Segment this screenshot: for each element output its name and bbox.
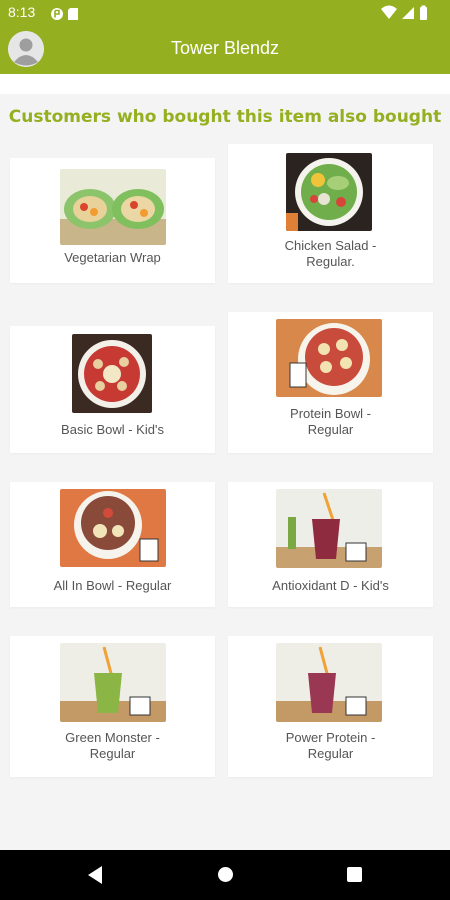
navigation-bar bbox=[0, 850, 450, 900]
product-card[interactable]: All In Bowl - Regular bbox=[10, 482, 215, 607]
battery-icon bbox=[420, 5, 427, 20]
product-card[interactable]: Chicken Salad - Regular. bbox=[228, 144, 433, 283]
recommendations-panel: Customers who bought this item also boug… bbox=[0, 94, 450, 872]
app-bar: Tower Blendz bbox=[0, 25, 450, 74]
status-bar: 8:13 bbox=[0, 0, 450, 25]
home-icon[interactable] bbox=[218, 867, 233, 882]
product-card[interactable]: Basic Bowl - Kid's bbox=[10, 326, 215, 453]
wifi-icon bbox=[381, 5, 397, 19]
product-card[interactable]: Protein Bowl - Regular bbox=[228, 312, 433, 453]
product-name: Power Protein - Regular bbox=[285, 730, 376, 761]
vegetarian-wrap-image bbox=[60, 169, 166, 245]
status-time: 8:13 bbox=[8, 4, 36, 20]
section-heading: Customers who bought this item also boug… bbox=[8, 107, 442, 127]
back-icon[interactable] bbox=[86, 865, 104, 885]
product-name: Green Monster - Regular bbox=[65, 730, 160, 761]
protein-bowl-image bbox=[276, 319, 382, 397]
power-protein-smoothie-image bbox=[276, 643, 382, 722]
basic-bowl-image bbox=[72, 334, 152, 413]
product-card[interactable]: Vegetarian Wrap bbox=[10, 158, 215, 283]
app-notification-icon bbox=[51, 8, 63, 20]
status-left-icons bbox=[51, 6, 85, 25]
sd-card-icon bbox=[68, 8, 78, 20]
product-card[interactable]: Antioxidant D - Kid's bbox=[228, 482, 433, 607]
product-name: Antioxidant D - Kid's bbox=[272, 578, 389, 593]
content-area: Customers who bought this item also boug… bbox=[0, 74, 450, 872]
antioxidant-smoothie-image bbox=[276, 489, 382, 568]
green-smoothie-image bbox=[60, 643, 166, 722]
product-card[interactable]: Power Protein - Regular bbox=[228, 636, 433, 777]
app-title: Tower Blendz bbox=[170, 38, 280, 58]
product-name: All In Bowl - Regular bbox=[53, 578, 172, 593]
chicken-salad-image bbox=[286, 153, 372, 231]
product-name: Vegetarian Wrap bbox=[64, 250, 161, 265]
all-in-bowl-image bbox=[60, 489, 166, 567]
product-name: Protein Bowl - Regular bbox=[290, 406, 371, 437]
product-card[interactable]: Green Monster - Regular bbox=[10, 636, 215, 777]
product-name: Chicken Salad - Regular. bbox=[284, 238, 377, 269]
recent-apps-icon[interactable] bbox=[347, 867, 362, 882]
signal-icon bbox=[402, 7, 414, 19]
product-name: Basic Bowl - Kid's bbox=[61, 422, 164, 437]
status-right-icons bbox=[380, 5, 442, 25]
